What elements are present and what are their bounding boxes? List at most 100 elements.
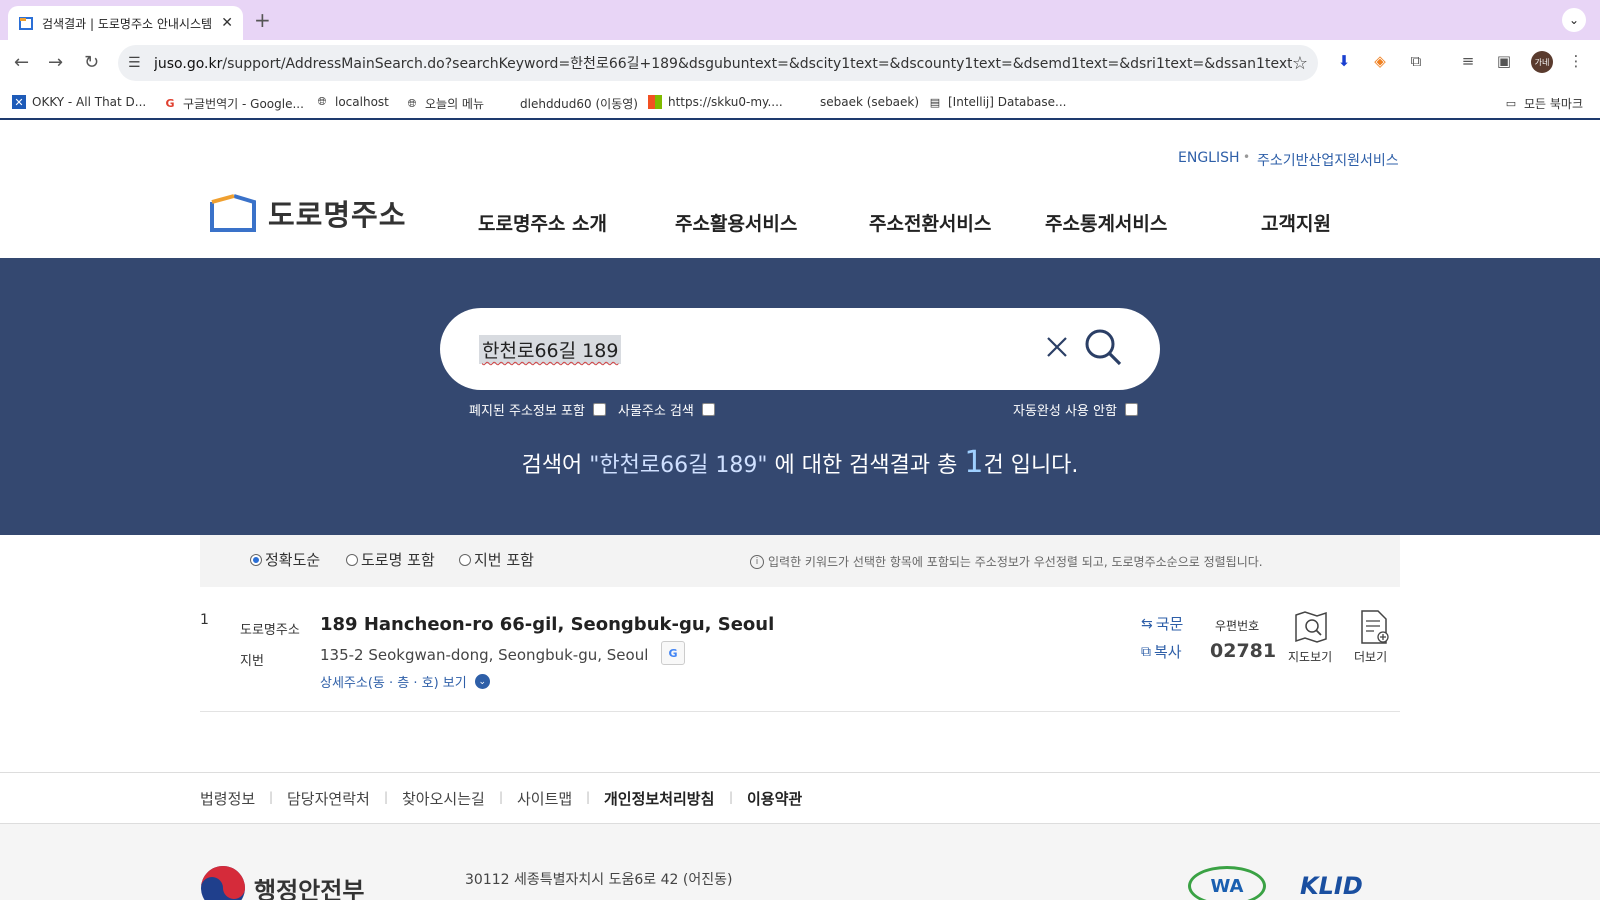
footer-separator: | [729,790,734,804]
footer-link-contact[interactable]: 담당자연락처 [287,788,370,809]
radio-accuracy-dot[interactable] [250,553,262,566]
github-icon [800,95,814,109]
bookmark-star-icon[interactable]: ☆ [1292,53,1308,74]
copy-icon: ⧉ [1141,643,1151,660]
option-abolished[interactable]: 폐지된 주소정보 포함 [469,400,606,419]
footer-link-law[interactable]: 법령정보 [200,788,255,809]
all-bookmarks[interactable]: ▭ 모든 북마크 [1504,95,1583,112]
english-link[interactable]: ENGLISH [1178,150,1240,166]
footer-separator: | [586,790,591,804]
browser-tabstrip: 검색결과 | 도로명주소 안내시스템 ✕ + ⌄ [0,0,1600,40]
google-translate-icon[interactable]: G [661,641,685,665]
nav-statistics[interactable]: 주소통계서비스 [1045,209,1167,236]
download-extension-icon[interactable]: ⬇ [1334,52,1354,72]
util-separator: • [1243,150,1251,164]
autocomplete-checkbox[interactable] [1124,403,1138,416]
jibun-address: 135-2 Seokgwan-dong, Seongbuk-gu, Seoul [320,646,649,664]
more-document-icon[interactable] [1356,609,1392,645]
side-panel-icon[interactable]: ▣ [1494,52,1514,72]
klid-logo: KLID [1300,872,1363,900]
info-icon: i [750,554,764,569]
zip-label: 우편번호 [1215,619,1260,633]
zip-code: 02781 [1210,640,1277,662]
swap-icon: ⇆ [1141,615,1153,632]
korean-address-button[interactable]: ⇆ 국문 [1141,613,1183,634]
footer-link-sitemap[interactable]: 사이트맵 [517,788,572,809]
microsoft-icon [648,95,662,109]
industry-support-link[interactable]: 주소기반산업지원서비스 [1257,150,1399,170]
radio-accuracy[interactable]: 정확도순 [250,549,320,570]
profile-avatar[interactable]: 가네 [1531,51,1553,73]
extensions-puzzle-icon[interactable]: ⧉ [1406,52,1426,72]
footer-separator: | [269,790,274,804]
site-info-icon[interactable]: ☰ [128,55,154,71]
okky-icon: ✕ [12,95,26,109]
nav-utilization[interactable]: 주소활용서비스 [675,209,797,236]
wa-certification-mark: WA [1188,866,1266,900]
radio-road-included[interactable]: 도로명 포함 [346,549,435,570]
bookmark-item[interactable]: sebaek (sebaek) [800,95,919,109]
google-icon: G [165,97,175,110]
back-icon[interactable]: ← [14,52,29,73]
option-object-address[interactable]: 사물주소 검색 [618,400,715,419]
new-tab-icon[interactable]: + [254,8,271,32]
nav-customer-support[interactable]: 고객지원 [1261,209,1331,236]
more-button[interactable]: 더보기 [1354,648,1387,665]
footer-link-terms[interactable]: 이용약관 [747,788,802,809]
menu-kebab-icon[interactable]: ⋮ [1566,52,1586,72]
footer-link-directions[interactable]: 찾아오시는길 [402,788,485,809]
nav-intro[interactable]: 도로명주소 소개 [478,209,607,236]
taegeuk-icon [201,866,245,900]
radio-road-dot[interactable] [346,553,358,566]
option-autocomplete-off[interactable]: 자동완성 사용 안함 [1013,400,1138,419]
detail-address-link[interactable]: 상세주소(동 · 층 · 호) 보기 ⌄ [320,672,490,691]
browser-toolbar: ← → ↻ ☰ juso.go.kr/support/AddressMainSe… [0,40,1600,86]
footer-link-privacy[interactable]: 개인정보처리방침 [604,788,714,809]
folder-icon: ▭ [1505,97,1517,110]
clear-icon[interactable] [1043,333,1071,361]
bookmark-item[interactable]: 🌐︎ localhost [315,95,389,109]
url-text[interactable]: juso.go.kr/support/AddressMainSearch.do?… [154,53,1292,73]
search-icon[interactable] [1083,327,1123,367]
footer-separator: | [384,790,389,804]
tab-search-chevron-icon[interactable]: ⌄ [1562,8,1586,32]
site-favicon-icon [19,17,33,30]
chevron-down-icon: ⌄ [474,674,490,689]
bookmark-item[interactable]: dlehddud60 (이동영) [500,95,638,112]
bookmark-item[interactable]: G 구글번역기 - Google... [163,95,303,112]
map-view-button[interactable]: 지도보기 [1288,648,1332,665]
globe-icon: 🌐︎ [407,96,417,110]
mois-logo: 행정안전부 [200,865,364,900]
bookmarks-bar: ✕ OKKY - All That D... G 구글번역기 - Google...… [0,86,1600,120]
bookmark-item[interactable]: https://skku0-my.... [648,95,783,109]
page-icon: ▤ [929,95,941,109]
close-tab-icon[interactable]: ✕ [221,15,233,31]
jibun-label: 지번 [240,654,264,669]
media-control-icon[interactable]: ≡ [1458,52,1478,72]
logo-text: 도로명주소 [268,198,407,232]
forward-icon[interactable]: → [48,52,63,73]
browser-tab[interactable]: 검색결과 | 도로명주소 안내시스템 ✕ [8,6,243,40]
object-address-checkbox[interactable] [701,403,715,416]
sort-note: i 입력한 키워드가 선택한 항목에 포함되는 주소정보가 우선정렬 되고, 도로… [750,553,1263,570]
road-address-label: 도로명주소 [240,623,300,638]
bookmark-item[interactable]: ✕ OKKY - All That D... [12,95,146,109]
copy-button[interactable]: ⧉ 복사 [1141,641,1182,662]
bookmark-item[interactable]: 🌐︎ 오늘의 메뉴 [405,95,484,112]
reload-icon[interactable]: ↻ [84,52,99,73]
logo-house-icon [210,194,256,232]
abolished-checkbox[interactable] [592,403,606,416]
link-extension-icon[interactable]: ◈ [1370,52,1390,72]
bookmark-item[interactable]: ▤ [Intellij] Database... [928,95,1067,109]
address-bar[interactable]: ☰ juso.go.kr/support/AddressMainSearch.d… [118,45,1318,81]
radio-jibun-dot[interactable] [459,553,471,566]
nav-conversion[interactable]: 주소전환서비스 [869,209,991,236]
map-search-icon[interactable] [1293,609,1329,645]
radio-jibun-included[interactable]: 지번 포함 [459,549,534,570]
result-divider [200,711,1400,712]
footer-separator: | [499,790,504,804]
search-input-value[interactable]: 한천로66길 189 [479,335,622,364]
globe-icon: 🌐︎ [317,95,327,108]
github-icon [500,97,514,111]
site-logo[interactable]: 도로명주소 [208,192,406,234]
